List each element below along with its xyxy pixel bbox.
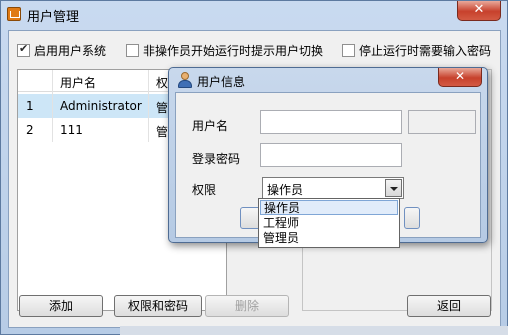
column-divider <box>52 70 53 142</box>
stop-password-checkbox[interactable]: 停止运行时需要输入密码 <box>342 42 491 59</box>
background-strip <box>120 326 508 335</box>
checkbox-icon[interactable] <box>126 44 139 57</box>
column-header-username[interactable]: 用户名 <box>60 74 96 91</box>
dialog-cancel-button[interactable] <box>404 207 420 229</box>
permission-label: 权限 <box>192 183 217 197</box>
permission-select[interactable]: 操作员 <box>262 177 404 199</box>
permission-password-button[interactable]: 权限和密码 <box>114 295 202 317</box>
add-button[interactable]: 添加 <box>19 295 103 317</box>
enable-user-system-checkbox[interactable]: 启用用户系统 <box>17 42 106 59</box>
username-label: 用户名 <box>192 119 229 133</box>
permission-option[interactable]: 操作员 <box>260 200 398 215</box>
readonly-field <box>408 110 476 134</box>
chevron-down-icon[interactable] <box>385 179 402 197</box>
password-field[interactable] <box>260 143 402 167</box>
permission-dropdown-list[interactable]: 操作员 工程师 管理员 <box>258 198 400 248</box>
window-title: 用户管理 <box>27 10 80 25</box>
delete-button: 删除 <box>205 295 289 317</box>
back-button[interactable]: 返回 <box>407 295 491 317</box>
password-label: 登录密码 <box>192 152 241 166</box>
title-bar: 用户管理 ✕ <box>1 1 507 29</box>
app-icon <box>7 7 21 21</box>
dialog-title: 用户信息 <box>197 75 246 89</box>
checkbox-icon[interactable] <box>342 44 355 57</box>
column-divider <box>148 70 149 142</box>
close-button[interactable]: ✕ <box>457 1 501 21</box>
column-header-permission[interactable]: 权 <box>156 74 168 91</box>
prompt-switch-checkbox[interactable]: 非操作员开始运行时提示用户切换 <box>126 42 323 59</box>
dialog-close-button[interactable]: ✕ <box>438 68 482 87</box>
username-field[interactable] <box>260 110 402 134</box>
user-icon <box>177 72 193 88</box>
permission-option[interactable]: 工程师 <box>260 216 398 231</box>
permission-option[interactable]: 管理员 <box>260 231 398 246</box>
checkbox-checked-icon[interactable] <box>17 42 30 57</box>
